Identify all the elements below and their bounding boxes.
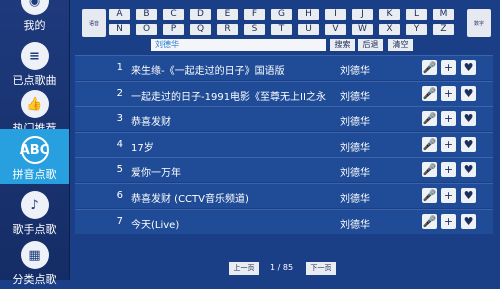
key-z[interactable]: Z [433, 24, 454, 35]
key-h[interactable]: H [298, 9, 319, 20]
favorite-icon[interactable]: ♥ [461, 136, 476, 152]
song-title: 恭喜发财 [131, 117, 171, 129]
key-c[interactable]: C [163, 9, 184, 20]
search-button[interactable]: 搜索 [330, 39, 355, 51]
song-number: 5 [116, 164, 123, 176]
key-l[interactable]: L [406, 9, 427, 20]
song-artist: 刘德华 [340, 66, 370, 77]
add-icon[interactable]: + [441, 213, 456, 229]
favorite-icon[interactable]: ♥ [461, 213, 476, 229]
song-number: 1 [116, 62, 123, 73]
sidebar: ◉我的≡已点歌曲👍热门推荐ABC拼音点歌♪歌手点歌▦分类点歌 [0, 0, 70, 286]
back-button[interactable]: 后退 [358, 39, 383, 51]
page-indicator: 1 / 85 [270, 263, 294, 272]
song-row[interactable]: 6 恭喜发财 (CCTV音乐频道) 刘德华 🎤 + ♥ [75, 183, 493, 208]
add-icon[interactable]: + [441, 60, 456, 75]
key-e[interactable]: E [217, 9, 238, 20]
key-u[interactable]: U [298, 24, 319, 35]
list-icon: ≡ [20, 42, 49, 70]
favorite-icon[interactable]: ♥ [461, 60, 476, 75]
sidebar-item-3[interactable]: ABC 拼音点歌 [0, 129, 69, 184]
key-x[interactable]: X [379, 24, 400, 35]
key-g[interactable]: G [271, 9, 292, 20]
thumbs-up-icon: 👍 [20, 90, 49, 118]
sidebar-item-5[interactable]: ▦ 分类点歌 [0, 234, 69, 289]
singer-icon: ♪ [20, 191, 49, 219]
key-y[interactable]: Y [406, 24, 427, 35]
search-input[interactable]: 刘德华 [151, 39, 326, 51]
song-row[interactable]: 7 今天(Live) 刘德华 🎤 + ♥ [75, 208, 493, 234]
key-k[interactable]: K [379, 9, 400, 20]
key-m[interactable]: M [433, 9, 454, 20]
sidebar-item-4[interactable]: ♪ 歌手点歌 [0, 184, 69, 239]
song-row[interactable]: 5 爱你一万年 刘德华 🎤 + ♥ [75, 157, 493, 183]
key-n[interactable]: N [109, 24, 130, 35]
song-artist: 刘德华 [340, 219, 370, 231]
song-artist: 刘德华 [340, 168, 370, 180]
song-row[interactable]: 1 来生缘-《一起走过的日子》国语版 刘德华 🎤 + ♥ [75, 55, 493, 80]
key-f[interactable]: F [244, 9, 265, 20]
pinyin-icon: ABC [20, 136, 49, 164]
add-icon[interactable]: + [441, 136, 456, 152]
song-number: 7 [116, 215, 123, 227]
add-icon[interactable]: + [441, 162, 456, 178]
key-q[interactable]: Q [190, 24, 211, 35]
sidebar-item-label: 拼音点歌 [12, 168, 57, 181]
song-title: 今天(Live) [131, 219, 180, 231]
song-row[interactable]: 4 17岁 刘德华 🎤 + ♥ [75, 131, 493, 157]
song-title: 一起走过的日子-1991电影《至尊无上II之永... [131, 91, 326, 103]
key-v[interactable]: V [325, 24, 346, 35]
song-title: 17岁 [131, 142, 154, 154]
song-artist: 刘德华 [340, 142, 370, 154]
next-page-button[interactable]: 下一页 [306, 262, 336, 275]
favorite-icon[interactable]: ♥ [461, 85, 476, 101]
song-number: 6 [116, 190, 123, 201]
key-b[interactable]: B [136, 9, 157, 20]
song-number: 3 [116, 113, 123, 125]
key-i[interactable]: I [325, 9, 346, 20]
song-artist: 刘德华 [340, 91, 370, 103]
voice-key[interactable]: 语音 [82, 9, 106, 37]
sing-icon[interactable]: 🎤 [422, 60, 437, 75]
sing-icon[interactable]: 🎤 [422, 111, 437, 127]
song-title: 恭喜发财 (CCTV音乐频道) [131, 194, 249, 205]
sing-icon[interactable]: 🎤 [422, 213, 437, 229]
favorite-icon[interactable]: ♥ [461, 111, 476, 127]
key-d[interactable]: D [190, 9, 211, 20]
sing-icon[interactable]: 🎤 [422, 136, 437, 152]
add-icon[interactable]: + [441, 188, 456, 203]
song-title: 爱你一万年 [131, 168, 181, 180]
prev-page-button[interactable]: 上一页 [229, 262, 259, 275]
favorite-icon[interactable]: ♥ [461, 162, 476, 178]
category-icon: ▦ [20, 241, 49, 269]
sidebar-item-1[interactable]: ≡ 已点歌曲 [0, 35, 69, 90]
key-j[interactable]: J [352, 9, 373, 20]
sing-icon[interactable]: 🎤 [422, 188, 437, 203]
song-artist: 刘德华 [340, 117, 370, 129]
key-p[interactable]: P [163, 24, 184, 35]
sidebar-item-0[interactable]: ◉ 我的 [0, 0, 69, 35]
song-row[interactable]: 3 恭喜发财 刘德华 🎤 + ♥ [75, 106, 493, 132]
song-number: 4 [116, 138, 123, 150]
sing-icon[interactable]: 🎤 [422, 85, 437, 101]
key-s[interactable]: S [244, 24, 265, 35]
sidebar-item-label: 我的 [23, 19, 46, 32]
key-t[interactable]: T [271, 24, 292, 35]
add-icon[interactable]: + [441, 85, 456, 101]
number-key[interactable]: 数字 [467, 9, 491, 37]
key-o[interactable]: O [136, 24, 157, 35]
sing-icon[interactable]: 🎤 [422, 162, 437, 178]
key-w[interactable]: W [352, 24, 373, 35]
song-row[interactable]: 2 一起走过的日子-1991电影《至尊无上II之永... 刘德华 🎤 + ♥ [75, 80, 493, 106]
clear-button[interactable]: 清空 [388, 39, 413, 51]
song-number: 2 [116, 87, 123, 99]
key-a[interactable]: A [109, 9, 130, 20]
user-icon: ◉ [20, 0, 49, 15]
favorite-icon[interactable]: ♥ [461, 188, 476, 203]
add-icon[interactable]: + [441, 111, 456, 127]
song-artist: 刘德华 [340, 194, 370, 205]
song-title: 来生缘-《一起走过的日子》国语版 [131, 66, 285, 77]
key-r[interactable]: R [217, 24, 238, 35]
